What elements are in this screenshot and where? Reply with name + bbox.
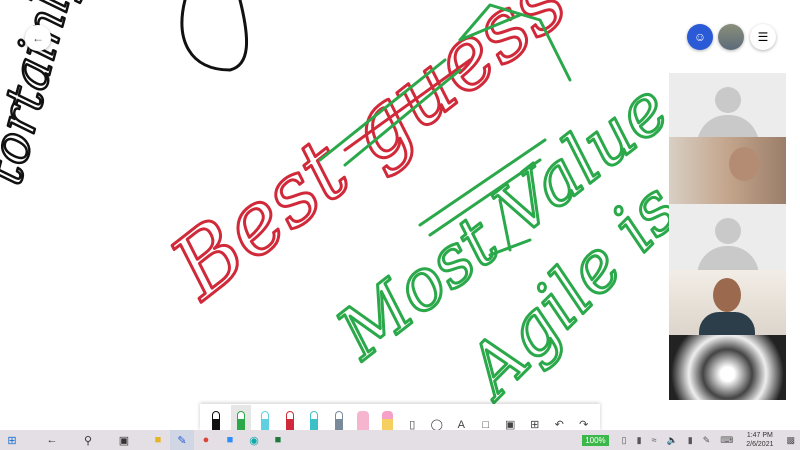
lasso-icon[interactable]: ◯: [427, 405, 447, 431]
search-icon[interactable]: ⚲: [76, 430, 100, 450]
volume-icon[interactable]: 🔈: [667, 435, 678, 446]
clock[interactable]: 1:47 PM 2/6/2021: [746, 431, 773, 449]
redo-icon[interactable]: ↷: [574, 405, 594, 431]
task-view-icon[interactable]: ▣: [112, 430, 136, 450]
wifi-icon[interactable]: ≈: [652, 435, 657, 445]
eraser-tool[interactable]: [378, 405, 398, 431]
undo-icon[interactable]: ↶: [549, 405, 569, 431]
image-icon[interactable]: ▣: [500, 405, 520, 431]
date: 2/6/2021: [746, 441, 774, 448]
whiteboard-app-icon[interactable]: ✎: [170, 430, 194, 450]
video-panel: [669, 73, 786, 400]
microphone-icon[interactable]: ▮: [688, 435, 693, 446]
keyboard-icon[interactable]: ⌨: [720, 435, 733, 446]
account-button[interactable]: ☺: [687, 24, 713, 50]
menu-button[interactable]: ☰: [750, 24, 776, 50]
inking-toolbar: ▯ ◯ A □ ▣ ⊞ ↶ ↷: [200, 404, 600, 431]
gray-pen-tool[interactable]: [329, 405, 349, 431]
network-icon[interactable]: ▮: [637, 435, 642, 446]
back-button[interactable]: ←: [25, 25, 51, 51]
video-participant-3[interactable]: [669, 335, 786, 400]
red-pen-tool[interactable]: [280, 405, 300, 431]
excel-icon[interactable]: ■: [266, 430, 290, 450]
time: 1:47 PM: [746, 432, 773, 439]
video-participant-1[interactable]: [669, 137, 786, 204]
ruler-icon[interactable]: ▯: [402, 405, 422, 431]
add-icon[interactable]: ⊞: [525, 405, 545, 431]
notifications-icon[interactable]: ▩: [786, 435, 795, 446]
battery-indicator[interactable]: 100%: [582, 434, 609, 446]
zoom-icon[interactable]: ■: [218, 430, 242, 450]
back-icon[interactable]: ←: [40, 430, 64, 450]
pen-icon[interactable]: ✎: [703, 435, 711, 446]
green-pen-tool[interactable]: [230, 404, 251, 431]
windows-start-icon[interactable]: ⊞: [0, 430, 24, 450]
text-tool[interactable]: A: [451, 405, 471, 431]
hamburger-icon: ☰: [757, 30, 769, 44]
black-pen-tool[interactable]: [206, 405, 226, 431]
video-participant-2[interactable]: [669, 270, 786, 335]
teal-pen-tool[interactable]: [304, 405, 324, 431]
app-icon[interactable]: ◉: [242, 430, 266, 450]
person-icon: ☺: [693, 30, 707, 44]
file-explorer-icon[interactable]: ■: [146, 430, 170, 450]
chrome-icon[interactable]: ●: [194, 430, 218, 450]
profile-photo[interactable]: [718, 24, 744, 50]
video-placeholder-2: [669, 204, 786, 270]
cyan-pen-tool[interactable]: [255, 405, 275, 431]
note-icon[interactable]: □: [476, 405, 496, 431]
ink-curve: [180, 0, 249, 72]
tray-icon[interactable]: ▯: [622, 435, 627, 446]
highlighter-tool[interactable]: [353, 405, 373, 431]
taskbar: ⊞ ← ⚲ ▣ ■ ✎ ● ■ ◉ ■ 100% ▯ ▮ ≈ 🔈 ▮ ✎ ⌨ 1…: [0, 430, 800, 450]
video-placeholder-1: [669, 73, 786, 137]
